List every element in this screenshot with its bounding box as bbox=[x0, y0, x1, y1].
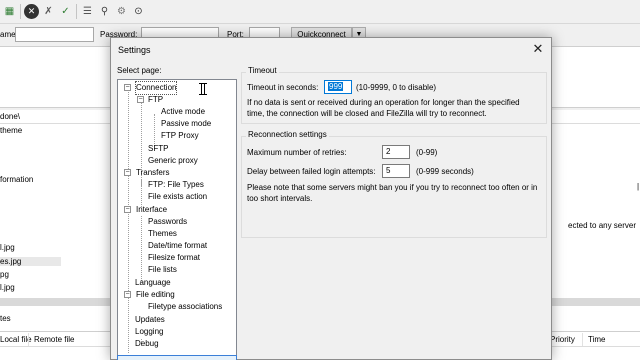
tree-item-filesize-format[interactable]: Filesize format bbox=[148, 252, 200, 264]
tree-item-themes[interactable]: Themes bbox=[148, 228, 177, 240]
status-text: ected to any server bbox=[568, 221, 637, 230]
timeout-group-title: Timeout bbox=[246, 66, 279, 75]
tree-item-passive-mode[interactable]: Passive mode bbox=[161, 118, 211, 130]
tab-files[interactable]: tes bbox=[0, 314, 11, 323]
tree-item-debug[interactable]: Debug bbox=[135, 338, 159, 350]
collapse-icon[interactable]: − bbox=[124, 169, 131, 176]
tree-item-ftp-file-types[interactable]: FTP: File Types bbox=[148, 179, 204, 191]
collapse-icon[interactable]: − bbox=[124, 291, 131, 298]
collapse-icon[interactable]: − bbox=[124, 206, 131, 213]
collapse-icon[interactable]: − bbox=[124, 84, 131, 91]
column-divider bbox=[28, 333, 29, 346]
filter-icon[interactable]: ☰ bbox=[80, 4, 95, 19]
settings-dialog: Settings ✕ Select page: − Connection − F… bbox=[110, 37, 552, 360]
tree-connector bbox=[141, 179, 142, 207]
host-input[interactable] bbox=[15, 27, 94, 42]
tree-item-language[interactable]: Language bbox=[135, 277, 171, 289]
find-files-icon[interactable]: ⊙ bbox=[131, 4, 146, 19]
search-icon[interactable]: ⚲ bbox=[97, 4, 112, 19]
column-divider: | bbox=[637, 182, 640, 191]
column-priority[interactable]: Priority bbox=[550, 335, 575, 344]
collapse-icon[interactable]: − bbox=[137, 96, 144, 103]
tree-item-ftp-proxy[interactable]: FTP Proxy bbox=[161, 130, 199, 142]
remote-path: done\ bbox=[0, 112, 21, 121]
tree-item-file-lists[interactable]: File lists bbox=[148, 264, 177, 276]
delay-input[interactable]: 5 bbox=[382, 164, 410, 178]
settings-page-tree: − Connection − FTP Active mode Passive m… bbox=[117, 79, 237, 359]
close-icon[interactable]: ✕ bbox=[530, 41, 546, 57]
settings-icon[interactable]: ⚙ bbox=[114, 4, 129, 19]
timeout-input[interactable]: 999 bbox=[324, 80, 352, 94]
tree-connector bbox=[141, 216, 142, 281]
timeout-description: If no data is sent or received during an… bbox=[247, 98, 520, 118]
tree-item-filetype-associations[interactable]: Filetype associations bbox=[148, 301, 222, 313]
process-queue-icon[interactable]: ✓ bbox=[58, 4, 73, 19]
delay-label: Delay between failed login attempts: bbox=[247, 167, 376, 176]
list-item[interactable]: l.jpg bbox=[0, 283, 15, 292]
main-toolbar: ▦ ✕ ✗ ✓ ☰ ⚲ ⚙ ⊙ bbox=[0, 0, 640, 24]
timeout-label: Timeout in seconds: bbox=[247, 83, 319, 92]
tree-item[interactable]: theme bbox=[0, 126, 22, 135]
column-divider bbox=[582, 333, 583, 346]
max-retries-hint: (0-99) bbox=[416, 148, 438, 157]
list-item[interactable]: es.jpg bbox=[0, 257, 62, 266]
column-remote-file[interactable]: Remote file bbox=[34, 335, 74, 344]
column-time[interactable]: Time bbox=[588, 335, 605, 344]
disconnect-icon[interactable]: ✕ bbox=[24, 4, 39, 19]
tree-item-generic-proxy[interactable]: Generic proxy bbox=[148, 155, 198, 167]
tree-item-file-exists-action[interactable]: File exists action bbox=[148, 191, 207, 203]
reconnection-group-title: Reconnection settings bbox=[246, 130, 329, 139]
tree-item-sftp[interactable]: SFTP bbox=[148, 143, 168, 155]
max-retries-label: Maximum number of retries: bbox=[247, 148, 347, 157]
toolbar-separator bbox=[76, 4, 77, 19]
tree-item[interactable]: formation bbox=[0, 175, 33, 184]
toolbar-separator bbox=[20, 4, 21, 19]
tree-item-active-mode[interactable]: Active mode bbox=[161, 106, 205, 118]
tree-item-updates[interactable]: Updates bbox=[135, 314, 165, 326]
text-cursor-icon bbox=[199, 83, 207, 95]
tree-connector bbox=[154, 114, 155, 144]
site-manager-icon[interactable]: ▦ bbox=[2, 4, 17, 19]
ok-button[interactable] bbox=[117, 355, 237, 360]
timeout-hint: (10-9999, 0 to disable) bbox=[356, 83, 437, 92]
max-retries-input[interactable]: 2 bbox=[382, 145, 410, 159]
cancel-icon[interactable]: ✗ bbox=[41, 4, 56, 19]
dialog-title: Settings bbox=[118, 45, 151, 55]
tree-item-logging[interactable]: Logging bbox=[135, 326, 163, 338]
delay-hint: (0-999 seconds) bbox=[416, 167, 474, 176]
list-item[interactable]: pg bbox=[0, 270, 9, 279]
column-local-file[interactable]: Local file bbox=[0, 335, 32, 344]
tree-item-date-time-format[interactable]: Date/time format bbox=[148, 240, 207, 252]
tree-item-passwords[interactable]: Passwords bbox=[148, 216, 187, 228]
reconnect-note: Please note that some servers might ban … bbox=[247, 183, 538, 203]
tree-connector bbox=[128, 90, 129, 353]
select-page-label: Select page: bbox=[117, 66, 162, 75]
list-item[interactable]: l.jpg bbox=[0, 243, 15, 252]
